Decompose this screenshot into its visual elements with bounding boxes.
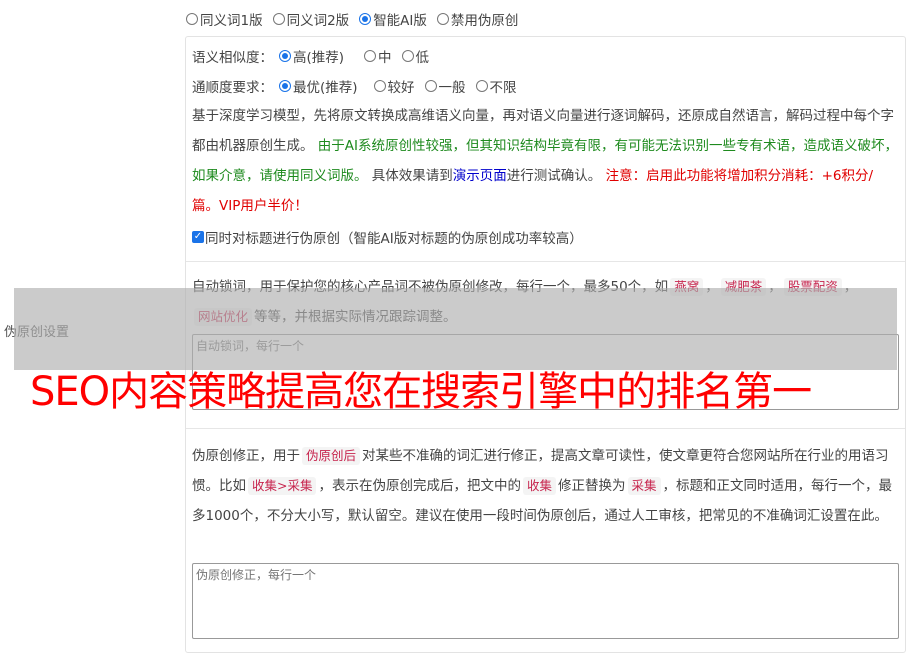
keyword-example: 收集 — [522, 477, 556, 495]
version-option-label: 禁用伪原创 — [450, 13, 519, 29]
demo-prefix-text: 具体效果请到 — [371, 168, 453, 184]
lock-words-description: 自动锁词，用于保护您的核心产品词不被伪原创修改，每行一个，最多50个，如 燕窝，减… — [192, 278, 858, 326]
radio-icon[interactable] — [475, 80, 488, 92]
keyword-example: 伪原创后 — [302, 447, 361, 465]
version-selector: 同义词1版 同义词2版 智能AI版 禁用伪原创 — [186, 9, 528, 29]
lock-words-suffix: 等等，并根据实际情况跟踪调整。 — [254, 309, 457, 325]
fluency-option-best[interactable]: 最优(推荐) — [279, 76, 358, 96]
section-label: 伪原创设置 — [4, 325, 70, 340]
similarity-option-high[interactable]: 高(推荐) — [279, 46, 344, 66]
radio-selected-icon[interactable] — [359, 13, 372, 25]
keyword-example: 收集>采集 — [248, 477, 317, 495]
option-label: 低 — [415, 50, 430, 66]
version-option-label: 同义词2版 — [286, 13, 350, 29]
radio-icon[interactable] — [436, 13, 449, 25]
radio-icon[interactable] — [364, 50, 377, 62]
correction-text: 修正替换为 — [558, 478, 626, 494]
radio-icon[interactable] — [272, 13, 285, 25]
fluency-label: 通顺度要求： — [192, 80, 273, 96]
version-option-ai[interactable]: 智能AI版 — [359, 9, 427, 29]
option-label: 高(推荐) — [293, 50, 345, 66]
radio-icon[interactable] — [373, 80, 386, 92]
version-option-label: 智能AI版 — [373, 13, 427, 29]
keyword-example: 股票配资 — [783, 278, 842, 296]
option-label: 中 — [378, 50, 392, 66]
option-label: 较好 — [387, 80, 415, 96]
fluency-row: 通顺度要求： 最优(推荐) 较好 一般 不限 — [192, 76, 527, 96]
version-option-synonym2[interactable]: 同义词2版 — [272, 9, 350, 29]
demo-suffix-text: 进行测试确认。 — [506, 168, 602, 184]
version-option-synonym1[interactable]: 同义词1版 — [186, 9, 263, 29]
overlay-banner-text: SEO内容策略提高您在搜索引擎中的排名第一 — [30, 369, 812, 415]
keyword-example: 网站优化 — [194, 308, 253, 326]
fluency-option-normal[interactable]: 一般 — [424, 76, 466, 96]
correction-text: ，表示在伪原创完成后，把文中的 — [318, 478, 521, 494]
option-label: 最优(推荐) — [293, 80, 358, 96]
keyword-example: 燕窝 — [670, 278, 704, 296]
correction-prefix: 伪原创修正，用于 — [192, 448, 300, 464]
version-option-label: 同义词1版 — [200, 13, 263, 29]
fluency-option-any[interactable]: 不限 — [475, 76, 517, 96]
radio-icon[interactable] — [401, 50, 414, 62]
option-label: 不限 — [489, 80, 517, 96]
lock-words-prefix: 自动锁词，用于保护您的核心产品词不被伪原创修改，每行一个，最多50个，如 — [192, 279, 669, 295]
keyword-example: 采集 — [627, 477, 661, 495]
radio-icon[interactable] — [186, 13, 198, 25]
divider — [186, 428, 905, 429]
similarity-row: 语义相似度： 高(推荐) 中 低 — [192, 46, 439, 66]
divider — [186, 261, 905, 262]
similarity-option-mid[interactable]: 中 — [364, 46, 392, 66]
radio-icon[interactable] — [424, 80, 437, 92]
title-checkbox-label: 同时对标题进行伪原创（智能AI版对标题的伪原创成功率较高） — [205, 231, 583, 247]
correction-textarea[interactable] — [192, 563, 899, 639]
fluency-option-good[interactable]: 较好 — [373, 76, 415, 96]
title-pseudo-original-row[interactable]: ✓ 同时对标题进行伪原创（智能AI版对标题的伪原创成功率较高） — [192, 227, 583, 247]
radio-selected-icon[interactable] — [279, 80, 291, 92]
similarity-option-low[interactable]: 低 — [401, 46, 430, 66]
demo-page-link[interactable]: 演示页面 — [453, 168, 507, 184]
version-option-disable[interactable]: 禁用伪原创 — [436, 9, 519, 29]
ai-description: 基于深度学习模型，先将原文转换成高维语义向量，再对语义向量进行逐词解码，还原成自… — [192, 101, 899, 221]
similarity-label: 语义相似度： — [192, 50, 273, 66]
checkbox-checked-icon[interactable]: ✓ — [192, 231, 204, 243]
option-label: 一般 — [438, 80, 466, 96]
settings-panel: 语义相似度： 高(推荐) 中 低 通顺度要求： 最优(推荐) 较好 一般 不限 … — [185, 36, 906, 653]
correction-description: 伪原创修正，用于 伪原创后 对某些不准确的词汇进行修正，提高文章可读性，使文章更符合… — [192, 441, 899, 531]
keyword-example: 减肥茶 — [720, 278, 767, 296]
radio-selected-icon[interactable] — [279, 50, 291, 62]
